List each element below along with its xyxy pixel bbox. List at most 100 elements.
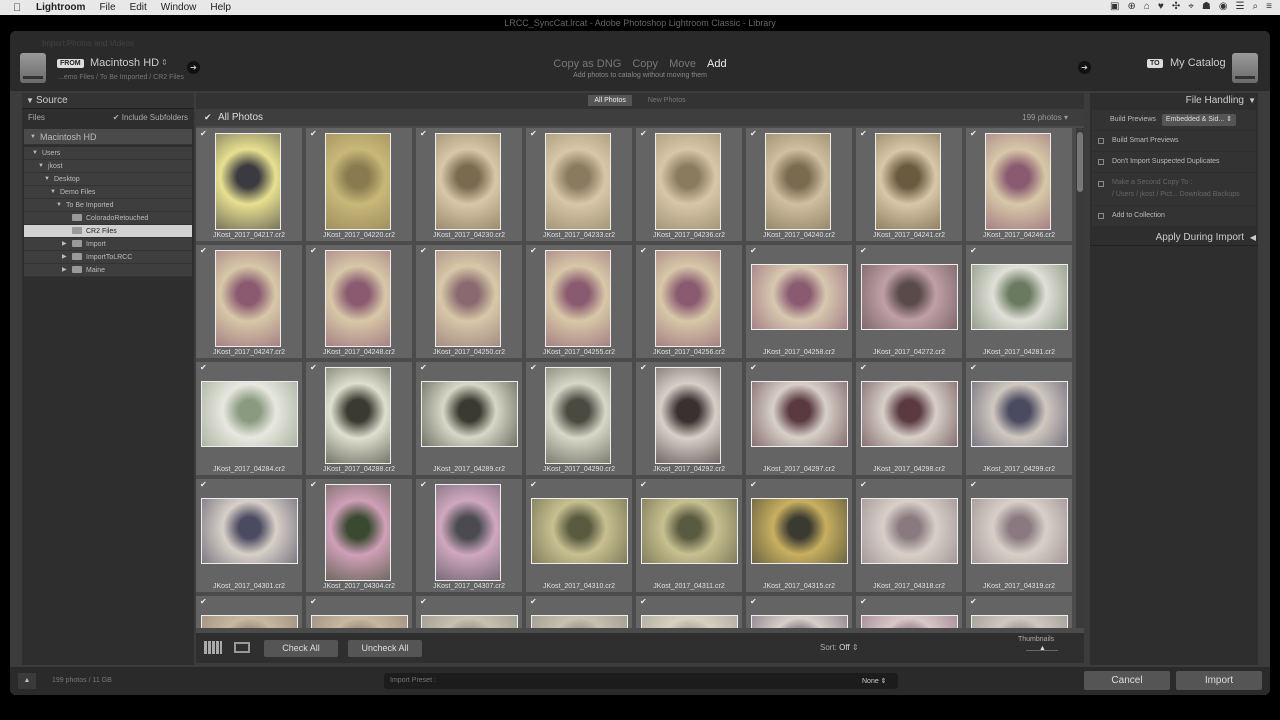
photo-cell[interactable]: ✔ JKost_2017_04217.cr2 <box>196 128 304 243</box>
photo-cell[interactable]: ✔ JKost_2017_04301.cr2 <box>196 479 304 594</box>
photo-thumbnail[interactable] <box>985 133 1051 230</box>
scrollbar-thumb[interactable] <box>1077 132 1083 192</box>
photo-thumbnail[interactable] <box>971 498 1068 564</box>
photo-checkbox[interactable]: ✔ <box>200 363 207 372</box>
photo-cell[interactable]: ✔ JKost_2017_04284.cr2 <box>196 362 304 477</box>
photo-thumbnail[interactable] <box>201 615 298 628</box>
photo-thumbnail[interactable] <box>765 133 831 230</box>
photo-cell[interactable]: ✔ <box>306 596 414 628</box>
photo-thumbnail[interactable] <box>435 133 501 230</box>
photo-cell[interactable]: ✔ JKost_2017_04292.cr2 <box>636 362 744 477</box>
catalog-drive-icon[interactable] <box>1232 53 1258 83</box>
menu-app-name[interactable]: Lightroom <box>36 2 85 13</box>
to-target[interactable]: My Catalog <box>1170 57 1226 69</box>
photo-checkbox[interactable]: ✔ <box>420 129 427 138</box>
expand-triangle-icon[interactable]: ▼ <box>56 199 62 212</box>
photo-cell[interactable]: ✔ JKost_2017_04307.cr2 <box>416 479 524 594</box>
photo-cell[interactable]: ✔ JKost_2017_04272.cr2 <box>856 245 964 360</box>
photo-checkbox[interactable]: ✔ <box>860 597 867 606</box>
apple-icon[interactable]:  <box>13 2 29 14</box>
photo-cell[interactable]: ✔ JKost_2017_04299.cr2 <box>966 362 1074 477</box>
folder-item[interactable]: ▶ Maine <box>24 264 192 277</box>
tray-icon[interactable]: ♥ <box>1158 1 1164 12</box>
photo-cell[interactable]: ✔ <box>416 596 524 628</box>
photo-thumbnail[interactable] <box>531 615 628 628</box>
photo-checkbox[interactable]: ✔ <box>750 480 757 489</box>
photo-checkbox[interactable]: ✔ <box>750 246 757 255</box>
photo-checkbox[interactable]: ✔ <box>970 597 977 606</box>
photo-checkbox[interactable]: ✔ <box>640 480 647 489</box>
photo-cell[interactable]: ✔ <box>196 596 304 628</box>
mode-move[interactable]: Move <box>669 58 696 70</box>
photo-checkbox[interactable]: ✔ <box>310 363 317 372</box>
photo-thumbnail[interactable] <box>971 381 1068 447</box>
photo-thumbnail[interactable] <box>751 498 848 564</box>
photo-checkbox[interactable]: ✔ <box>200 246 207 255</box>
photo-cell[interactable]: ✔ <box>636 596 744 628</box>
menu-edit[interactable]: Edit <box>130 2 147 13</box>
photo-thumbnail[interactable] <box>875 133 941 230</box>
photo-thumbnail[interactable] <box>655 250 721 347</box>
photo-cell[interactable]: ✔ JKost_2017_04256.cr2 <box>636 245 744 360</box>
photo-thumbnail[interactable] <box>201 498 298 564</box>
photo-thumbnail[interactable] <box>421 381 518 447</box>
tray-icon[interactable]: ⌖ <box>1188 1 1194 12</box>
photo-cell[interactable]: ✔ JKost_2017_04248.cr2 <box>306 245 414 360</box>
folder-item[interactable]: ▼ To Be Imported <box>24 199 192 212</box>
photo-checkbox[interactable]: ✔ <box>750 597 757 606</box>
photo-checkbox[interactable]: ✔ <box>530 480 537 489</box>
photo-checkbox[interactable]: ✔ <box>860 363 867 372</box>
menu-help[interactable]: Help <box>210 2 231 13</box>
folder-item[interactable]: CR2 Files <box>24 225 192 238</box>
photo-checkbox[interactable]: ✔ <box>860 129 867 138</box>
photo-checkbox[interactable]: ✔ <box>310 246 317 255</box>
photo-cell[interactable]: ✔ JKost_2017_04290.cr2 <box>526 362 634 477</box>
photo-thumbnail[interactable] <box>641 498 738 564</box>
photo-cell[interactable]: ✔ JKost_2017_04315.cr2 <box>746 479 854 594</box>
photo-cell[interactable]: ✔ <box>746 596 854 628</box>
photo-cell[interactable]: ✔ JKost_2017_04220.cr2 <box>306 128 414 243</box>
check-all-button[interactable]: Check All <box>264 640 338 657</box>
photo-checkbox[interactable]: ✔ <box>530 597 537 606</box>
photo-checkbox[interactable]: ✔ <box>640 129 647 138</box>
photo-cell[interactable]: ✔ JKost_2017_04246.cr2 <box>966 128 1074 243</box>
folder-item[interactable]: ▼ Demo Files <box>24 186 192 199</box>
grid-view-icon[interactable] <box>204 641 222 654</box>
checkbox[interactable] <box>1098 159 1104 165</box>
folder-item[interactable]: ▼ Users <box>24 147 192 160</box>
photo-checkbox[interactable]: ✔ <box>530 363 537 372</box>
include-subfolders-checkbox[interactable]: ✔ Include Subfolders <box>113 109 188 127</box>
photo-cell[interactable]: ✔ JKost_2017_04258.cr2 <box>746 245 854 360</box>
collapse-triangle-icon[interactable]: ▼ <box>26 93 34 109</box>
expand-triangle-icon[interactable]: ▼ <box>32 147 38 160</box>
photo-cell[interactable]: ✔ JKost_2017_04297.cr2 <box>746 362 854 477</box>
second-copy-row[interactable]: Make a Second Copy To : / Users / jkost … <box>1092 173 1256 205</box>
cancel-button[interactable]: Cancel <box>1084 671 1170 690</box>
photo-thumbnail[interactable] <box>751 615 848 628</box>
photo-cell[interactable]: ✔ JKost_2017_04311.cr2 <box>636 479 744 594</box>
expand-triangle-icon[interactable]: ▼ <box>38 160 44 173</box>
photo-thumbnail[interactable] <box>655 133 721 230</box>
collapse-triangle-icon[interactable]: ▶ <box>62 238 67 251</box>
photo-checkbox[interactable]: ✔ <box>420 363 427 372</box>
photo-thumbnail[interactable] <box>435 484 501 581</box>
photo-cell[interactable]: ✔ JKost_2017_04233.cr2 <box>526 128 634 243</box>
tray-icon[interactable]: ☰ <box>1236 1 1245 12</box>
photo-thumbnail[interactable] <box>325 133 391 230</box>
tab-new-photos[interactable]: New Photos <box>642 95 692 106</box>
photo-checkbox[interactable]: ✔ <box>750 363 757 372</box>
tab-all-photos[interactable]: All Photos <box>588 95 632 106</box>
sort-control[interactable]: Sort: Off ⇕ <box>820 643 859 652</box>
photo-thumbnail[interactable] <box>861 264 958 330</box>
photo-checkbox[interactable]: ✔ <box>200 480 207 489</box>
expand-triangle-icon[interactable]: ▼ <box>30 129 36 145</box>
photo-cell[interactable]: ✔ JKost_2017_04289.cr2 <box>416 362 524 477</box>
build-smart-previews-row[interactable]: Build Smart Previews <box>1092 131 1256 151</box>
uncheck-all-button[interactable]: Uncheck All <box>348 640 422 657</box>
photo-cell[interactable]: ✔ JKost_2017_04236.cr2 <box>636 128 744 243</box>
photo-cell[interactable]: ✔ JKost_2017_04240.cr2 <box>746 128 854 243</box>
photo-thumbnail[interactable] <box>861 381 958 447</box>
photo-checkbox[interactable]: ✔ <box>970 129 977 138</box>
tray-icon[interactable]: ◉ <box>1219 1 1228 12</box>
photo-checkbox[interactable]: ✔ <box>310 597 317 606</box>
